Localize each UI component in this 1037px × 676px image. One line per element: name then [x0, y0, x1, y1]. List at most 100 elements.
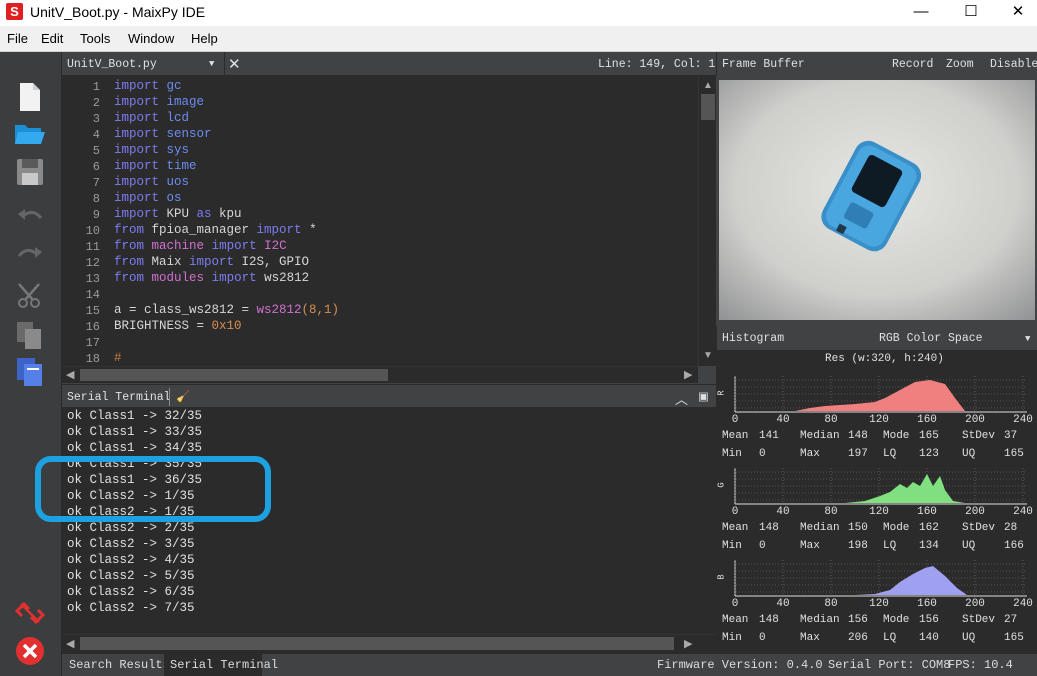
code-line: import sys [114, 143, 190, 157]
minimize-button[interactable]: — [898, 0, 944, 26]
disconnect-icon[interactable] [13, 596, 47, 630]
terminal-vertical-scrollbar[interactable] [698, 408, 716, 634]
stat-label-mode: Mode [883, 614, 910, 626]
terminal-horizontal-scrollbar[interactable]: ◀ ▶ [62, 634, 716, 653]
code-line: BRIGHTNESS = 0x10 [114, 319, 242, 333]
stat-label-median: Median [800, 430, 840, 442]
scroll-right-icon[interactable]: ▶ [684, 637, 692, 650]
save-icon[interactable] [13, 154, 47, 188]
code-line: a = class_ws2812 = ws2812(8,1) [114, 303, 340, 317]
stop-icon[interactable] [13, 634, 47, 668]
stat-value-min: 0 [759, 540, 766, 552]
scroll-thumb[interactable] [80, 369, 388, 381]
stat-value-mode: 156 [919, 614, 939, 626]
editor-horizontal-scrollbar[interactable]: ◀ ▶ [62, 366, 698, 383]
channel-label: R [716, 390, 727, 396]
histogram-b: B 0 40 80 120 160 200 240 Mean 148 Median 156 Mode 15… [717, 558, 1037, 650]
frame-buffer-header: Frame Buffer Record Zoom Disable [716, 52, 1037, 76]
histogram-header: Histogram RGB Color Space ▼ [716, 326, 1037, 350]
menu-file[interactable]: File [7, 31, 28, 46]
scroll-up-icon[interactable]: ▲ [703, 80, 713, 91]
cut-icon[interactable] [13, 279, 47, 313]
stat-label-mean: Mean [722, 522, 749, 534]
axis-tick-label: 200 [965, 598, 985, 610]
stat-label-uq: UQ [962, 632, 976, 644]
zoom-button[interactable]: Zoom [946, 58, 974, 71]
fps-readout: FPS: 10.4 [948, 658, 1013, 672]
stat-label-median: Median [800, 522, 840, 534]
stat-label-min: Min [722, 632, 742, 644]
line-number: 5 [92, 144, 100, 158]
menu-edit[interactable]: Edit [41, 31, 63, 46]
undo-icon[interactable] [13, 202, 47, 236]
clear-terminal-icon[interactable]: 🧹 [176, 389, 190, 404]
scroll-left-icon[interactable]: ◀ [66, 637, 74, 650]
stat-label-lq: LQ [883, 540, 897, 552]
stat-label-uq: UQ [962, 448, 976, 460]
editor-vertical-scrollbar[interactable]: ▲ ▼ [698, 76, 716, 366]
stat-value-median: 156 [848, 614, 868, 626]
maximize-button[interactable]: ☐ [948, 0, 994, 26]
stat-label-min: Min [722, 540, 742, 552]
channel-label: B [716, 574, 727, 580]
scroll-right-icon[interactable]: ▶ [684, 368, 692, 381]
tab-search-results[interactable]: Search Results [69, 658, 170, 672]
code-line: from machine import I2C [114, 239, 287, 253]
file-selector[interactable]: UnitV_Boot.py [67, 58, 157, 71]
line-number: 2 [92, 96, 100, 110]
stat-value-mode: 165 [919, 430, 939, 442]
stat-value-max: 197 [848, 448, 868, 460]
line-number: 11 [85, 240, 100, 254]
scroll-left-icon[interactable]: ◀ [66, 368, 74, 381]
collapse-icon[interactable]: ︿ [675, 389, 688, 408]
axis-tick-label: 120 [869, 414, 889, 426]
resolution-label: Res (w:320, h:240) [825, 353, 944, 365]
stat-label-lq: LQ [883, 448, 897, 460]
axis-tick-label: 200 [965, 414, 985, 426]
close-button[interactable]: ✕ [995, 0, 1037, 26]
terminal-header: Serial Terminal 🧹 ︿ ▣ [62, 384, 716, 408]
code-line: from Maix import I2S, GPIO [114, 255, 310, 269]
frame-buffer-title: Frame Buffer [722, 58, 805, 71]
axis-tick-label: 40 [776, 598, 790, 610]
color-space-select[interactable]: RGB Color Space [879, 332, 983, 345]
highlight-annotation [35, 456, 271, 522]
axis-tick-label: 0 [731, 506, 739, 518]
disable-button[interactable]: Disable [990, 58, 1037, 71]
restore-icon[interactable]: ▣ [698, 389, 709, 404]
close-file-icon[interactable]: ✕ [228, 55, 241, 74]
scroll-thumb[interactable] [80, 637, 674, 650]
line-number: 6 [92, 160, 100, 174]
scroll-down-icon[interactable]: ▼ [703, 350, 713, 361]
chevron-down-icon[interactable]: ▼ [1025, 334, 1030, 344]
terminal-line: ok Class1 -> 33/35 [67, 425, 203, 439]
scroll-thumb[interactable] [701, 94, 715, 120]
code-line: from fpioa_manager import * [114, 223, 317, 237]
terminal-line: ok Class1 -> 32/35 [67, 409, 203, 423]
redo-icon[interactable] [13, 240, 47, 274]
copy-icon[interactable] [13, 318, 47, 352]
menu-window[interactable]: Window [128, 31, 174, 46]
histogram-panel: Res (w:320, h:240) R 0 40 80 120 160 200 240 Mea… [716, 350, 1037, 653]
menu-help[interactable]: Help [191, 31, 218, 46]
stat-value-lq: 134 [919, 540, 939, 552]
stat-label-max: Max [800, 448, 820, 460]
code-line: import uos [114, 175, 190, 189]
paste-icon[interactable] [13, 354, 47, 388]
chevron-down-icon[interactable]: ▼ [209, 59, 214, 69]
histogram-r: R 0 40 80 120 160 200 240 Mean 141 Median 148 Mode 16… [717, 374, 1037, 466]
menu-tools[interactable]: Tools [80, 31, 110, 46]
open-folder-icon[interactable] [13, 116, 47, 150]
tab-serial-terminal[interactable]: Serial Terminal [170, 658, 278, 672]
new-file-icon[interactable] [13, 80, 47, 114]
stat-value-stdev: 37 [1004, 430, 1018, 442]
code-editor[interactable]: 1 2 3 4 5 6 7 8 9 10 11 12 13 14 15 16 17 18 import gc imp… [62, 76, 716, 366]
line-number: 7 [92, 176, 100, 190]
code-line: import gc [114, 79, 182, 93]
record-button[interactable]: Record [892, 58, 933, 71]
firmware-version: Firmware Version: 0.4.0 [657, 658, 823, 672]
axis-tick-label: 120 [869, 598, 889, 610]
stat-label-mean: Mean [722, 614, 749, 626]
line-number: 12 [85, 256, 100, 270]
stat-value-mean: 148 [759, 614, 779, 626]
